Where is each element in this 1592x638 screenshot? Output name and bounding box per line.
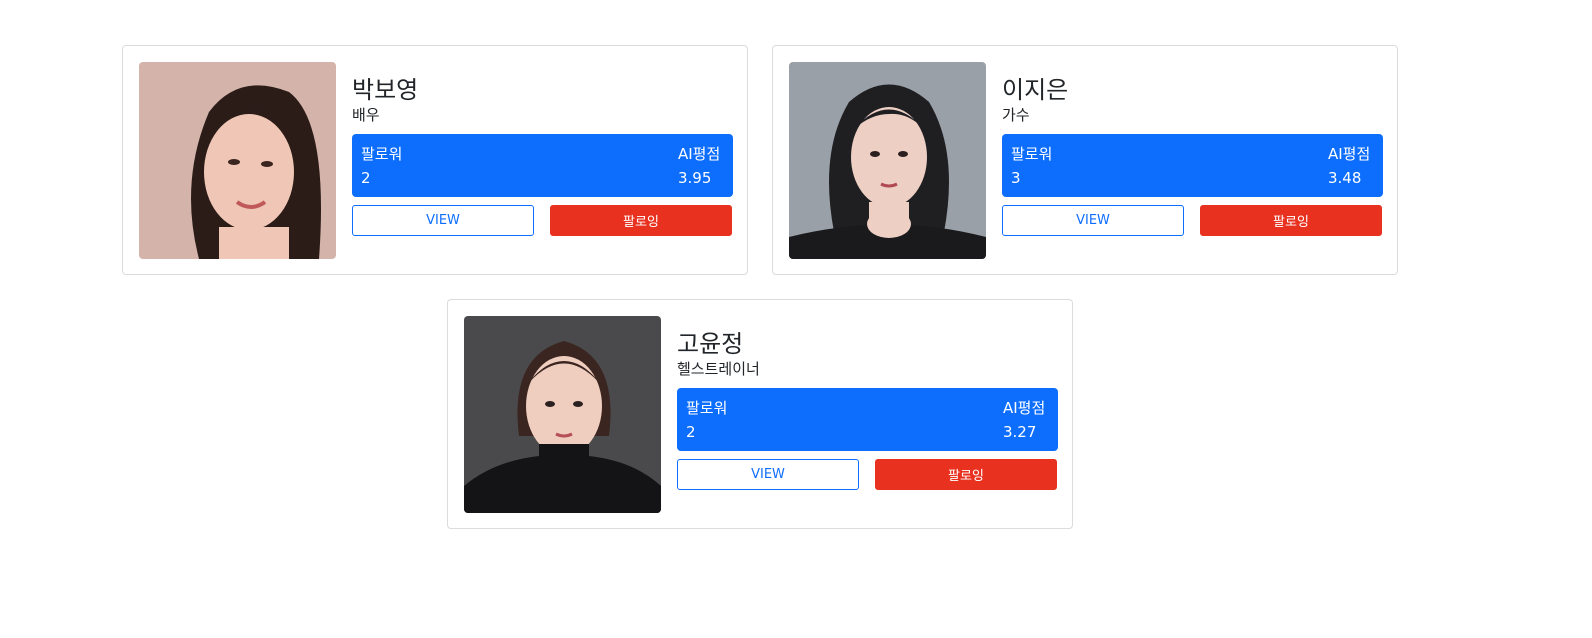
profile-card: 박보영 배우 팔로워 2 AI평점 3.95 VIEW 팔로잉 — [122, 45, 748, 275]
card-actions: VIEW 팔로잉 — [677, 459, 1058, 490]
profile-photo — [464, 316, 661, 513]
profile-photo — [789, 62, 986, 259]
profile-card: 이지은 가수 팔로워 3 AI평점 3.48 VIEW 팔로잉 — [772, 45, 1398, 275]
profile-info: 이지은 가수 팔로워 3 AI평점 3.48 VIEW 팔로잉 — [1002, 62, 1383, 236]
followers-count: 3 — [1011, 169, 1021, 187]
followers-label: 팔로워 — [361, 145, 403, 163]
ai-rating-value: 3.27 — [1003, 423, 1037, 441]
followers-label: 팔로워 — [686, 399, 728, 417]
follow-button[interactable]: 팔로잉 — [875, 459, 1057, 490]
follow-button[interactable]: 팔로잉 — [550, 205, 732, 236]
followers-label: 팔로워 — [1011, 145, 1053, 163]
profile-name: 고윤정 — [677, 330, 744, 358]
follow-button[interactable]: 팔로잉 — [1200, 205, 1382, 236]
profile-name: 이지은 — [1002, 76, 1069, 104]
ai-rating-label: AI평점 — [678, 145, 721, 163]
profile-job: 가수 — [1002, 106, 1030, 124]
stats-panel: 팔로워 2 AI평점 3.95 — [352, 134, 733, 197]
profile-job: 배우 — [352, 106, 380, 124]
view-button[interactable]: VIEW — [352, 205, 534, 236]
ai-rating-value: 3.95 — [678, 169, 712, 187]
profile-info: 고윤정 헬스트레이너 팔로워 2 AI평점 3.27 VIEW 팔로잉 — [677, 316, 1058, 490]
view-button[interactable]: VIEW — [1002, 205, 1184, 236]
profile-name: 박보영 — [352, 76, 419, 104]
followers-count: 2 — [361, 169, 371, 187]
profile-photo — [139, 62, 336, 259]
stats-panel: 팔로워 2 AI평점 3.27 — [677, 388, 1058, 451]
ai-rating-label: AI평점 — [1328, 145, 1371, 163]
ai-rating-value: 3.48 — [1328, 169, 1362, 187]
card-actions: VIEW 팔로잉 — [352, 205, 733, 236]
stats-panel: 팔로워 3 AI평점 3.48 — [1002, 134, 1383, 197]
page: 박보영 배우 팔로워 2 AI평점 3.95 VIEW 팔로잉 이지은 가수 팔… — [0, 0, 1592, 638]
profile-job: 헬스트레이너 — [677, 360, 760, 378]
card-actions: VIEW 팔로잉 — [1002, 205, 1383, 236]
profile-card: 고윤정 헬스트레이너 팔로워 2 AI평점 3.27 VIEW 팔로잉 — [447, 299, 1073, 529]
followers-count: 2 — [686, 423, 696, 441]
ai-rating-label: AI평점 — [1003, 399, 1046, 417]
profile-info: 박보영 배우 팔로워 2 AI평점 3.95 VIEW 팔로잉 — [352, 62, 733, 236]
view-button[interactable]: VIEW — [677, 459, 859, 490]
